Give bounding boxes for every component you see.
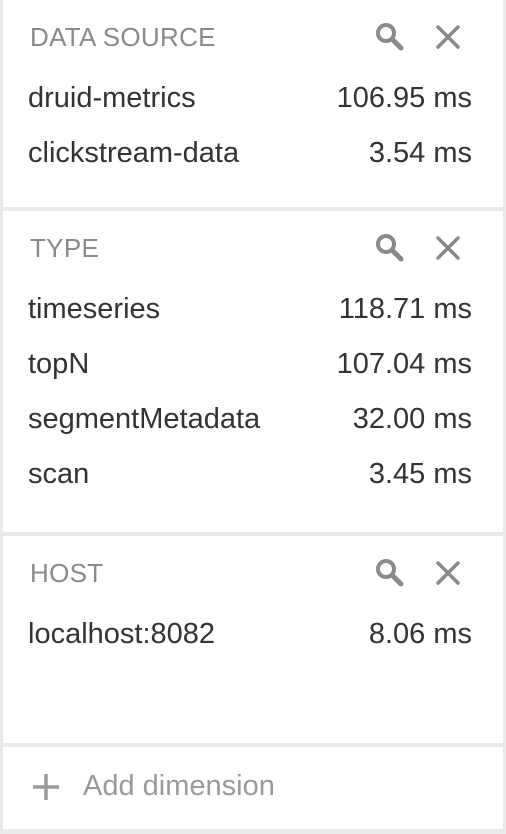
panel-title: TYPE: [30, 233, 100, 263]
list-item[interactable]: scan 3.45 ms: [3, 448, 503, 503]
dimension-panel-type: TYPE timeseries 118.71 ms topN 107.04 ms…: [3, 211, 503, 532]
panel-title: DATA SOURCE: [30, 22, 216, 52]
panel-header: TYPE: [3, 211, 503, 291]
row-value: 32.00 ms: [352, 403, 472, 435]
row-value: 118.71 ms: [338, 293, 472, 325]
row-label: druid-metrics: [28, 82, 196, 114]
panel-rows: timeseries 118.71 ms topN 107.04 ms segm…: [3, 283, 503, 503]
row-value: 3.54 ms: [368, 137, 472, 169]
row-label: localhost:8082: [28, 618, 216, 650]
panel-header: DATA SOURCE: [3, 0, 503, 80]
add-dimension-panel: Add dimension: [3, 747, 503, 829]
row-value: 107.04 ms: [336, 348, 472, 380]
list-item[interactable]: topN 107.04 ms: [3, 338, 503, 393]
list-item[interactable]: localhost:8082 8.06 ms: [3, 608, 503, 663]
panel-title: HOST: [30, 558, 104, 588]
row-label: clickstream-data: [28, 137, 240, 169]
row-value: 8.06 ms: [368, 618, 472, 650]
panel-rows: druid-metrics 106.95 ms clickstream-data…: [3, 72, 503, 182]
close-icon[interactable]: [431, 556, 465, 590]
list-item[interactable]: druid-metrics 106.95 ms: [3, 72, 503, 127]
add-dimension-label: Add dimension: [83, 770, 275, 802]
dimension-panel-data-source: DATA SOURCE druid-metrics 106.95 ms clic…: [3, 0, 503, 207]
row-value: 106.95 ms: [336, 82, 472, 114]
list-item[interactable]: segmentMetadata 32.00 ms: [3, 393, 503, 448]
close-icon[interactable]: [431, 20, 465, 54]
row-label: timeseries: [28, 293, 161, 325]
list-item[interactable]: clickstream-data 3.54 ms: [3, 127, 503, 182]
row-value: 3.45 ms: [368, 458, 472, 490]
close-icon[interactable]: [431, 231, 465, 265]
panel-rows: localhost:8082 8.06 ms: [3, 608, 503, 663]
row-label: topN: [28, 348, 90, 380]
search-icon[interactable]: [373, 231, 407, 265]
row-label: scan: [28, 458, 90, 490]
list-item[interactable]: timeseries 118.71 ms: [3, 283, 503, 338]
row-label: segmentMetadata: [28, 403, 261, 435]
search-icon[interactable]: [373, 20, 407, 54]
dimension-panel-host: HOST localhost:8082 8.06 ms: [3, 536, 503, 743]
panel-header: HOST: [3, 536, 503, 616]
search-icon[interactable]: [373, 556, 407, 590]
plus-icon: [30, 771, 62, 803]
